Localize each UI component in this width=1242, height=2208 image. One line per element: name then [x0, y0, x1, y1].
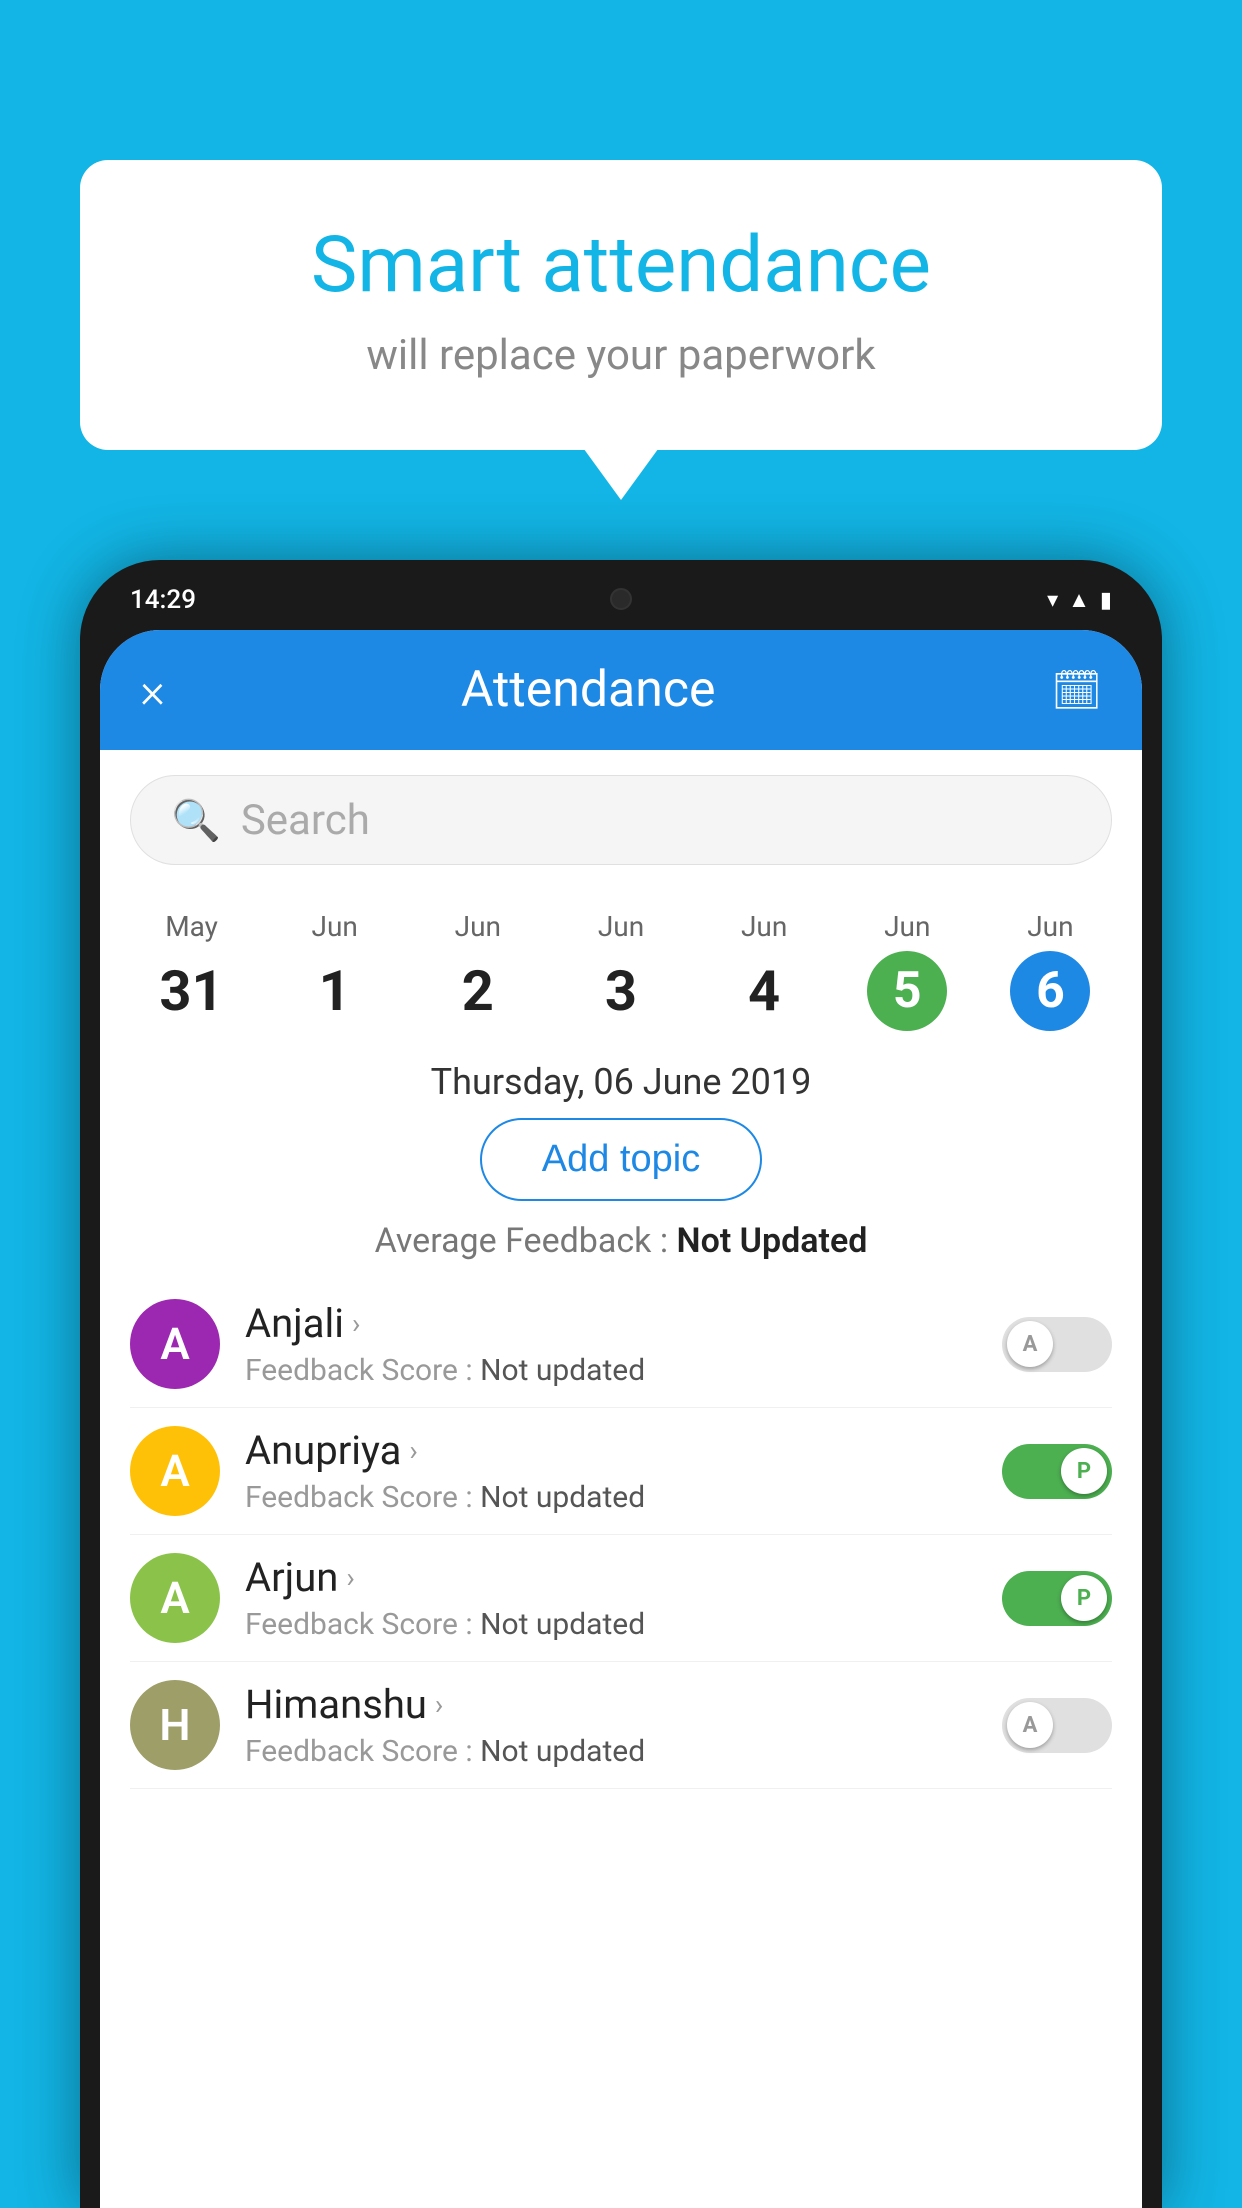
- student-feedback: Feedback Score : Not updated: [245, 1607, 977, 1642]
- chevron-icon: ›: [409, 1434, 417, 1467]
- attendance-toggle[interactable]: P: [1002, 1444, 1112, 1499]
- calendar-icon[interactable]: 🗓: [1051, 667, 1102, 714]
- student-name: Anupriya ›: [245, 1427, 977, 1474]
- close-button[interactable]: ×: [140, 662, 165, 719]
- date-col[interactable]: Jun 5: [836, 910, 979, 1031]
- student-info: Arjun › Feedback Score : Not updated: [245, 1554, 977, 1642]
- date-day[interactable]: 1: [295, 951, 375, 1031]
- date-day[interactable]: 31: [152, 951, 232, 1031]
- student-item[interactable]: A Arjun › Feedback Score : Not updated P: [130, 1535, 1112, 1662]
- feedback-value: Not updated: [480, 1480, 645, 1515]
- date-day[interactable]: 4: [724, 951, 804, 1031]
- toggle-knob: P: [1061, 1575, 1107, 1621]
- student-list: AAnjali ›Feedback Score : Not updatedAAA…: [100, 1281, 1142, 1789]
- date-day[interactable]: 3: [581, 951, 661, 1031]
- toggle-wrap[interactable]: A: [1002, 1317, 1112, 1372]
- selected-date: Thursday, 06 June 2019: [100, 1061, 1142, 1103]
- avatar: A: [130, 1553, 220, 1643]
- chevron-icon: ›: [346, 1561, 354, 1594]
- avatar: A: [130, 1299, 220, 1389]
- date-col[interactable]: Jun 6: [979, 910, 1122, 1031]
- date-month: May: [120, 910, 263, 943]
- toggle-knob: P: [1061, 1448, 1107, 1494]
- date-day[interactable]: 6: [1010, 951, 1090, 1031]
- avatar: A: [130, 1426, 220, 1516]
- student-item[interactable]: A Anjali › Feedback Score : Not updated A: [130, 1281, 1112, 1408]
- avg-feedback: Average Feedback : Not Updated: [100, 1221, 1142, 1261]
- bubble-title: Smart attendance: [160, 220, 1082, 311]
- phone-screen: × Attendance 🗓 🔍 Search May31Jun1Jun2Jun…: [100, 630, 1142, 2208]
- date-month: Jun: [836, 910, 979, 943]
- date-strip: May 31 Jun 1 Jun 2 Jun 3 Jun 4 Jun 5 Jun 6: [100, 890, 1142, 1041]
- wifi-icon: ▾: [1047, 588, 1058, 613]
- date-month: Jun: [263, 910, 406, 943]
- student-info: Anupriya › Feedback Score : Not updated: [245, 1427, 977, 1515]
- speech-bubble: Smart attendance will replace your paper…: [80, 160, 1162, 450]
- student-info: Himanshu › Feedback Score : Not updated: [245, 1681, 977, 1769]
- student-name: Anjali ›: [245, 1300, 977, 1347]
- student-item[interactable]: H Himanshu › Feedback Score : Not updated A: [130, 1662, 1112, 1789]
- toggle-knob: A: [1007, 1321, 1053, 1367]
- bubble-subtitle: will replace your paperwork: [160, 331, 1082, 380]
- status-time: 14:29: [130, 585, 196, 615]
- date-col[interactable]: Jun 3: [549, 910, 692, 1031]
- student-feedback: Feedback Score : Not updated: [245, 1480, 977, 1515]
- date-col[interactable]: Jun 1: [263, 910, 406, 1031]
- date-col[interactable]: Jun 2: [406, 910, 549, 1031]
- toggle-wrap[interactable]: A: [1002, 1698, 1112, 1753]
- feedback-value: Not updated: [480, 1353, 645, 1388]
- attendance-toggle[interactable]: P: [1002, 1571, 1112, 1626]
- chevron-icon: ›: [435, 1688, 443, 1721]
- feedback-value: Not updated: [480, 1734, 645, 1769]
- add-topic-button[interactable]: Add topic: [480, 1118, 762, 1201]
- toggle-wrap[interactable]: P: [1002, 1444, 1112, 1499]
- toggle-wrap[interactable]: P: [1002, 1571, 1112, 1626]
- search-bar[interactable]: 🔍 Search: [130, 775, 1112, 865]
- date-month: Jun: [549, 910, 692, 943]
- phone-camera: [610, 588, 632, 610]
- chevron-icon: ›: [352, 1307, 360, 1340]
- avatar: H: [130, 1680, 220, 1770]
- date-day[interactable]: 2: [438, 951, 518, 1031]
- student-feedback: Feedback Score : Not updated: [245, 1734, 977, 1769]
- header-title: Attendance: [165, 661, 1011, 719]
- student-feedback: Feedback Score : Not updated: [245, 1353, 977, 1388]
- date-month: Jun: [979, 910, 1122, 943]
- phone-frame: 14:29 ▾ ▲ ▮ × Attendance 🗓 🔍 Search May 3…: [80, 560, 1162, 2208]
- date-month: Jun: [693, 910, 836, 943]
- date-month: Jun: [406, 910, 549, 943]
- app-header: × Attendance 🗓: [100, 630, 1142, 750]
- feedback-value: Not updated: [480, 1607, 645, 1642]
- avg-feedback-label: Average Feedback :: [375, 1221, 669, 1261]
- search-placeholder: Search: [241, 796, 370, 845]
- status-icons: ▾ ▲ ▮: [1047, 587, 1112, 613]
- avg-feedback-value: Not Updated: [677, 1221, 868, 1261]
- search-icon: 🔍: [171, 797, 221, 844]
- attendance-toggle[interactable]: A: [1002, 1698, 1112, 1753]
- student-item[interactable]: A Anupriya › Feedback Score : Not updated P: [130, 1408, 1112, 1535]
- date-day[interactable]: 5: [867, 951, 947, 1031]
- toggle-knob: A: [1007, 1702, 1053, 1748]
- student-name: Arjun ›: [245, 1554, 977, 1601]
- student-info: Anjali › Feedback Score : Not updated: [245, 1300, 977, 1388]
- date-col[interactable]: May 31: [120, 910, 263, 1031]
- attendance-toggle[interactable]: A: [1002, 1317, 1112, 1372]
- student-name: Himanshu ›: [245, 1681, 977, 1728]
- signal-icon: ▲: [1068, 587, 1090, 613]
- date-col[interactable]: Jun 4: [693, 910, 836, 1031]
- battery-icon: ▮: [1100, 588, 1112, 613]
